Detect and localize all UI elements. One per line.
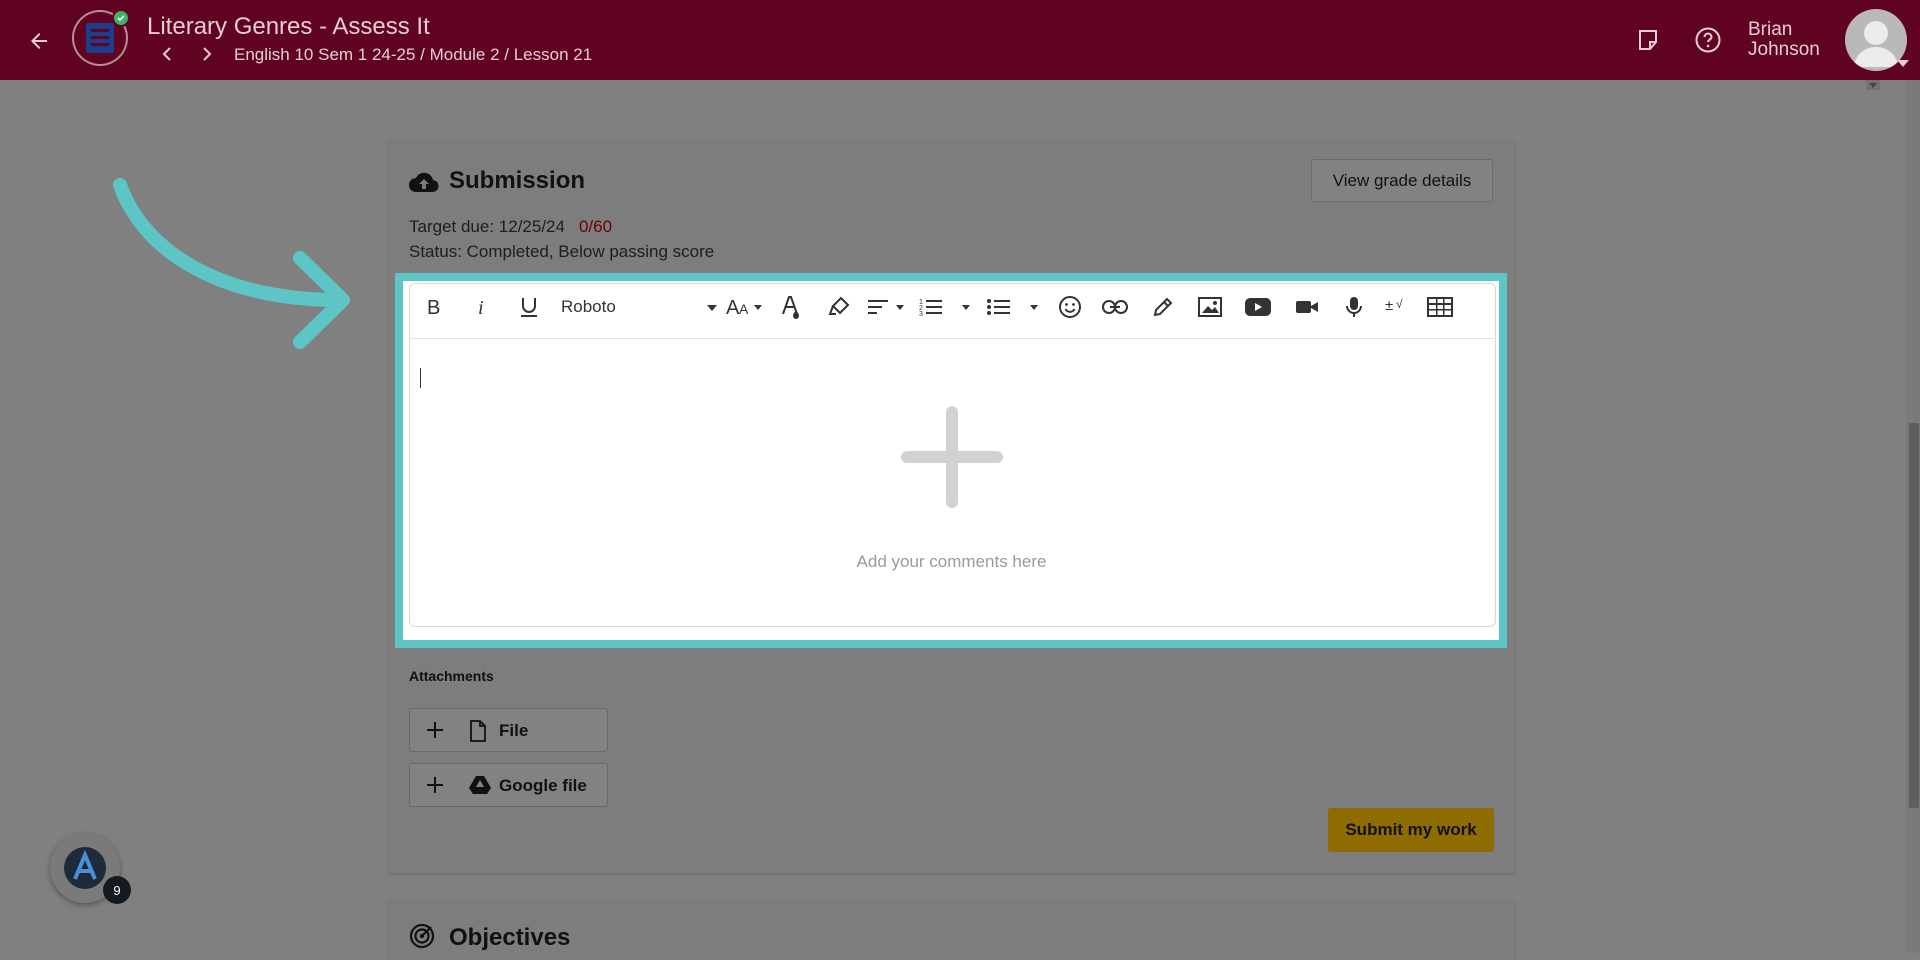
- math-icon[interactable]: ± √: [1382, 290, 1412, 324]
- draw-icon[interactable]: [1148, 290, 1178, 324]
- scrollbar-thumb[interactable]: [1909, 423, 1919, 808]
- back-arrow-icon[interactable]: [22, 24, 56, 58]
- attachments-label: Attachments: [409, 668, 494, 684]
- chevron-left-icon[interactable]: [157, 44, 177, 64]
- font-size-icon[interactable]: AA: [724, 290, 766, 324]
- svg-text:±: ±: [1385, 297, 1393, 314]
- callout-arrow-icon: [113, 178, 350, 349]
- top-bar: Literary Genres - Assess It English 10 S…: [0, 0, 1920, 80]
- target-due: Target due: 12/25/24 0/60: [409, 217, 612, 237]
- target-icon: [409, 923, 435, 949]
- user-last-name: Johnson: [1748, 39, 1820, 60]
- svg-text:√: √: [1396, 297, 1403, 311]
- table-icon[interactable]: [1425, 290, 1455, 324]
- page-title: Literary Genres - Assess It: [147, 13, 430, 40]
- svg-text:B: B: [427, 297, 440, 317]
- link-icon[interactable]: [1100, 290, 1130, 324]
- mic-icon[interactable]: [1339, 290, 1369, 324]
- svg-text:i: i: [478, 297, 484, 317]
- status-text: Status: Completed, Below passing score: [409, 242, 715, 261]
- ordered-list-icon[interactable]: 123: [918, 290, 974, 324]
- assistant-logo-icon: [64, 847, 106, 889]
- video-icon[interactable]: [1292, 290, 1322, 324]
- score-value: 0/60: [578, 217, 613, 236]
- user-name[interactable]: Brian Johnson: [1748, 20, 1820, 60]
- underline-icon[interactable]: [514, 290, 544, 324]
- add-comment-plus-icon-bar: [901, 451, 1003, 463]
- image-icon[interactable]: [1195, 290, 1225, 324]
- emoji-icon[interactable]: [1055, 290, 1085, 324]
- plus-icon: [425, 775, 445, 800]
- comment-placeholder: Add your comments here: [856, 552, 1047, 571]
- caret-down-icon: [707, 305, 717, 311]
- cloud-upload-icon: [409, 170, 439, 194]
- file-icon: [469, 720, 487, 747]
- svg-text:A: A: [739, 301, 749, 317]
- highlight-icon[interactable]: [824, 290, 854, 324]
- submission-title: Submission: [449, 167, 586, 194]
- google-drive-icon: [469, 775, 491, 800]
- bullet-list-icon[interactable]: [986, 290, 1042, 324]
- bold-icon[interactable]: B: [418, 290, 448, 324]
- help-icon[interactable]: [1694, 26, 1722, 54]
- scroll-up-icon[interactable]: [1866, 80, 1880, 90]
- submit-my-work-button[interactable]: Submit my work: [1328, 808, 1494, 852]
- target-due-text: Target due: 12/25/24: [409, 217, 565, 236]
- svg-text:3: 3: [919, 311, 923, 318]
- font-select[interactable]: Roboto: [553, 290, 719, 324]
- objectives-title: Objectives: [449, 924, 571, 951]
- italic-icon[interactable]: i: [466, 290, 496, 324]
- completed-check-icon: [112, 9, 130, 27]
- text-color-icon[interactable]: [776, 290, 806, 324]
- caret-down-icon[interactable]: [1896, 58, 1910, 70]
- youtube-icon[interactable]: [1243, 290, 1273, 324]
- text-cursor: [420, 368, 421, 388]
- notification-badge[interactable]: 9: [103, 876, 131, 904]
- plus-icon: [425, 720, 445, 745]
- google-file-label: Google file: [499, 776, 587, 795]
- font-name: Roboto: [561, 297, 616, 316]
- chevron-right-icon[interactable]: [197, 44, 217, 64]
- align-icon[interactable]: [866, 290, 908, 324]
- svg-text:A: A: [726, 297, 740, 318]
- file-label: File: [499, 721, 529, 740]
- view-grade-details-button[interactable]: View grade details: [1311, 159, 1493, 202]
- breadcrumb[interactable]: English 10 Sem 1 24-25 / Module 2 / Less…: [234, 45, 592, 65]
- user-first-name: Brian: [1748, 19, 1793, 40]
- notes-icon[interactable]: [1635, 27, 1661, 53]
- add-google-file-button[interactable]: Google file: [409, 763, 608, 807]
- add-file-button[interactable]: File: [409, 708, 608, 752]
